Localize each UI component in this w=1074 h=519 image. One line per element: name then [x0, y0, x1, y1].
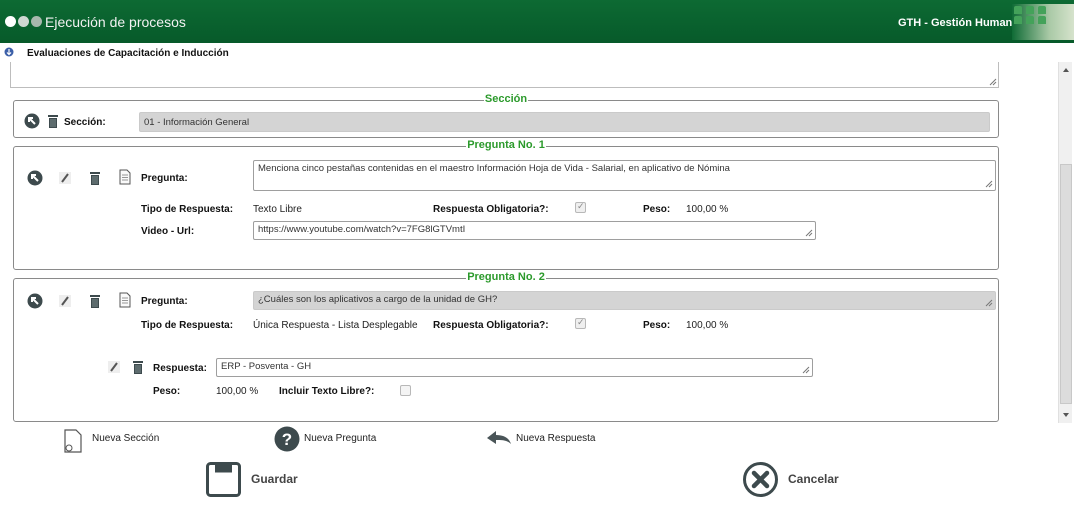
tipo-respuesta-label: Tipo de Respuesta: — [141, 204, 234, 215]
respuesta-peso-value: 100,00 % — [216, 386, 259, 397]
respuesta-field[interactable]: ERP - Posventa - GH — [216, 358, 813, 377]
seccion-legend: Sección — [483, 93, 529, 105]
pregunta-2-textarea[interactable]: ¿Cuáles son los aplicativos a cargo de l… — [253, 291, 996, 310]
nueva-seccion-link[interactable]: Nueva Sección — [92, 433, 159, 444]
peso-value: 100,00 % — [686, 320, 729, 331]
obligatoria-label: Respuesta Obligatoria?: — [433, 320, 549, 331]
app-name: GTH - Gestión Humana — [898, 17, 1019, 29]
trash-icon[interactable] — [130, 359, 146, 375]
cancel-x-icon[interactable] — [743, 462, 778, 497]
scroll-up-icon[interactable] — [1061, 65, 1071, 75]
app-header: Ejecución de procesos GTH - Gestión Huma… — [0, 0, 1074, 43]
page-subtitle: Evaluaciones de Capacitación e Inducción — [27, 48, 229, 59]
svg-text:?: ? — [282, 430, 292, 449]
scroll-down-icon[interactable] — [1061, 410, 1071, 420]
seccion-field[interactable]: 01 - Información General — [139, 112, 990, 132]
incluir-texto-libre-checkbox[interactable] — [400, 385, 411, 396]
edit-pencil-icon[interactable] — [57, 170, 73, 186]
back-arrow-icon[interactable] — [27, 293, 43, 309]
pregunta-1-legend: Pregunta No. 1 — [466, 139, 546, 151]
trash-icon[interactable] — [45, 113, 61, 129]
trash-icon[interactable] — [87, 170, 103, 186]
nueva-respuesta-link[interactable]: Nueva Respuesta — [516, 433, 596, 444]
video-url-label: Video - Url: — [141, 226, 195, 237]
respuesta-peso-label: Peso: — [153, 386, 181, 397]
resize-grip-icon[interactable] — [805, 229, 813, 237]
guardar-button[interactable]: Guardar — [251, 472, 298, 486]
incluir-texto-libre-label: Incluir Texto Libre?: — [279, 386, 375, 397]
people-logo-icon — [1014, 6, 1048, 24]
seccion-label: Sección: — [64, 117, 106, 128]
save-icon[interactable] — [206, 462, 241, 497]
resize-grip-icon[interactable] — [802, 366, 810, 374]
nueva-pregunta-link[interactable]: Nueva Pregunta — [304, 433, 376, 444]
back-arrow-icon[interactable] — [27, 170, 43, 186]
document-icon[interactable] — [117, 292, 133, 308]
peso-value: 100,00 % — [686, 204, 729, 215]
pregunta-2-legend: Pregunta No. 2 — [466, 271, 546, 283]
pregunta-2-panel: Pregunta No. 2 Pregunta: ¿Cuáles son los… — [13, 271, 999, 422]
header-title: Ejecución de procesos — [45, 14, 186, 30]
peso-label: Peso: — [643, 204, 671, 215]
obligatoria-checkbox[interactable]: ✓ — [575, 201, 586, 213]
pregunta-1-panel: Pregunta No. 1 Pregunta: Menciona cinco … — [13, 139, 999, 270]
obligatoria-label: Respuesta Obligatoria?: — [433, 204, 549, 215]
new-section-icon[interactable] — [63, 428, 83, 454]
video-url-field[interactable]: https://www.youtube.com/watch?v=7FG8lGTV… — [253, 221, 816, 240]
tipo-respuesta-value: Única Respuesta - Lista Desplegable — [253, 320, 418, 331]
resize-grip-icon[interactable] — [985, 299, 993, 307]
question-icon[interactable]: ? — [274, 426, 300, 452]
pregunta-label: Pregunta: — [141, 173, 188, 184]
document-icon[interactable] — [117, 169, 133, 185]
scroll-thumb[interactable] — [1060, 164, 1072, 404]
seccion-panel: Sección Sección: 01 - Información Genera… — [13, 93, 999, 138]
description-textarea[interactable] — [10, 62, 999, 88]
respuesta-label: Respuesta: — [153, 363, 207, 374]
window-dot — [18, 16, 29, 27]
peso-label: Peso: — [643, 320, 671, 331]
info-down-icon — [4, 47, 14, 57]
pregunta-1-text: Menciona cinco pestañas contenidas en el… — [258, 163, 730, 174]
window-dots — [5, 16, 42, 27]
edit-pencil-icon[interactable] — [106, 359, 122, 375]
cancelar-button[interactable]: Cancelar — [788, 472, 839, 486]
edit-pencil-icon[interactable] — [57, 293, 73, 309]
tipo-respuesta-value: Texto Libre — [253, 204, 302, 215]
resize-grip-icon[interactable] — [989, 78, 997, 86]
tipo-respuesta-label: Tipo de Respuesta: — [141, 320, 234, 331]
reply-arrow-icon[interactable] — [486, 430, 512, 446]
window-dot — [5, 16, 16, 27]
resize-grip-icon[interactable] — [985, 180, 993, 188]
back-arrow-icon[interactable] — [24, 113, 40, 129]
vertical-scrollbar[interactable] — [1058, 62, 1072, 423]
obligatoria-checkbox[interactable]: ✓ — [575, 317, 586, 329]
trash-icon[interactable] — [87, 293, 103, 309]
pregunta-1-textarea[interactable]: Menciona cinco pestañas contenidas en el… — [253, 160, 996, 191]
window-dot — [31, 16, 42, 27]
pregunta-label: Pregunta: — [141, 296, 188, 307]
